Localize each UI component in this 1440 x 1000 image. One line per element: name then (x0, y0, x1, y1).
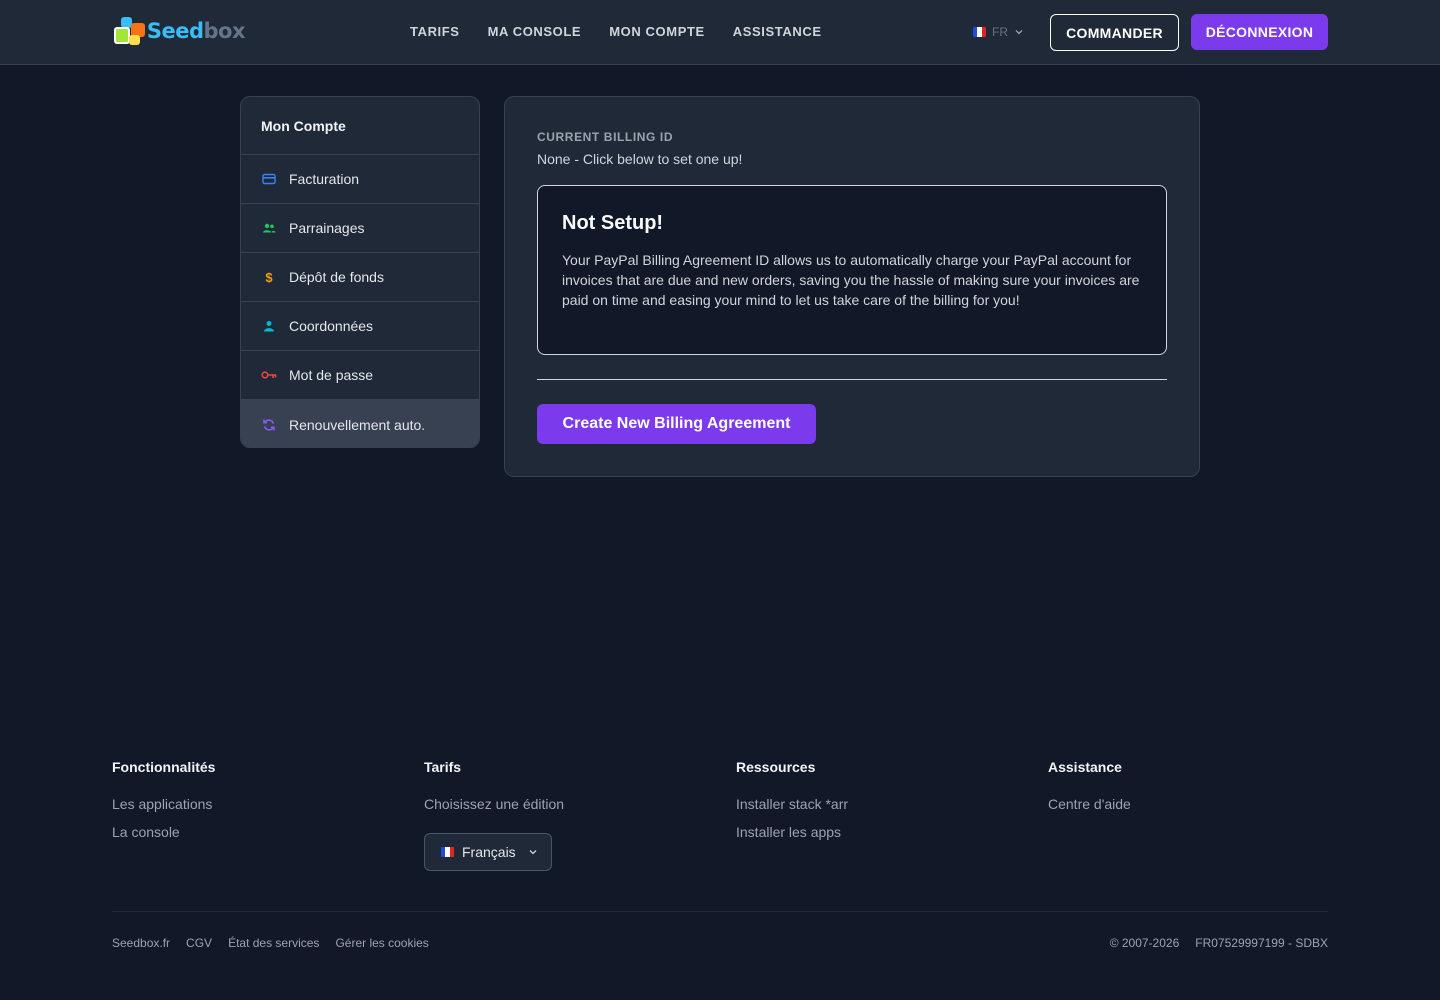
language-select-value: Français (462, 844, 516, 860)
divider (537, 379, 1167, 380)
footer-col-title: Tarifs (424, 759, 462, 775)
create-billing-agreement-button[interactable]: Create New Billing Agreement (537, 404, 816, 444)
sidebar-item-coordonnees[interactable]: Coordonnées (241, 302, 479, 351)
company-id: FR07529997199 - SDBX (1195, 936, 1328, 950)
chevron-down-icon (529, 850, 537, 855)
sidebar-item-mot-de-passe[interactable]: Mot de passe (241, 351, 479, 400)
footer-col-assistance: Assistance Centre d'aide (1048, 759, 1131, 823)
dollar-icon: $ (265, 269, 273, 285)
not-setup-notice: Not Setup! Your PayPal Billing Agreement… (537, 185, 1167, 355)
footer-link-applications[interactable]: Les applications (112, 795, 215, 813)
footer-link-status[interactable]: État des services (228, 936, 319, 950)
refresh-icon (261, 417, 277, 433)
notice-text: Your PayPal Billing Agreement ID allows … (562, 252, 1140, 308)
nav-mon-compte[interactable]: MON COMPTE (609, 24, 705, 39)
footer-divider (112, 911, 1328, 912)
footer-bottom-links: Seedbox.fr CGV État des services Gérer l… (112, 936, 429, 950)
sidebar-item-depot-de-fonds[interactable]: $ Dépôt de fonds (241, 253, 479, 302)
footer-col-title: Fonctionnalités (112, 759, 216, 775)
logout-button[interactable]: DÉCONNEXION (1191, 14, 1328, 50)
footer-link-edition[interactable]: Choisissez une édition (424, 795, 564, 813)
footer-language-select[interactable]: Français (424, 833, 552, 871)
billing-id-value: None - Click below to set one up! (537, 151, 743, 167)
footer-link-installer-apps[interactable]: Installer les apps (736, 823, 848, 841)
logo-mark-icon (113, 15, 145, 47)
france-flag-icon (441, 847, 454, 857)
sidebar-item-label: Renouvellement auto. (289, 416, 426, 433)
footer-legal: © 2007-2026 FR07529997199 - SDBX (1110, 936, 1328, 950)
users-icon (261, 220, 277, 236)
sidebar-item-label: Coordonnées (289, 318, 374, 334)
france-flag-icon (973, 27, 986, 37)
sidebar-item-label: Parrainages (289, 220, 365, 236)
language-switcher[interactable]: FR (973, 25, 1024, 39)
sidebar-item-parrainages[interactable]: Parrainages (241, 204, 479, 253)
key-icon (261, 367, 277, 383)
nav-ma-console[interactable]: MA CONSOLE (488, 24, 582, 39)
credit-card-icon (261, 171, 277, 187)
sidebar-title: Mon Compte (241, 97, 479, 155)
account-sidebar: Mon Compte Facturation Parrainages $ Dép… (240, 96, 480, 448)
footer-link-cookies[interactable]: Gérer les cookies (335, 936, 428, 950)
billing-id-label: CURRENT BILLING ID (537, 130, 674, 144)
chevron-down-icon (1015, 30, 1023, 35)
order-button[interactable]: COMMANDER (1050, 14, 1179, 51)
footer-col-tarifs: Tarifs Choisissez une édition (424, 759, 564, 823)
footer-link-cgv[interactable]: CGV (186, 936, 212, 950)
sidebar-item-label: Dépôt de fonds (289, 269, 384, 285)
sidebar-item-label: Facturation (289, 171, 360, 187)
sidebar-item-facturation[interactable]: Facturation (241, 155, 479, 204)
language-code: FR (992, 25, 1008, 39)
nav-assistance[interactable]: ASSISTANCE (733, 24, 822, 39)
sidebar-item-renouvellement-auto[interactable]: Renouvellement auto. (241, 400, 479, 447)
footer-col-ressources: Ressources Installer stack *arr Installe… (736, 759, 848, 851)
copyright: © 2007-2026 (1109, 936, 1180, 950)
seedbox-logo[interactable]: Seedbox (113, 15, 245, 47)
footer-link-seedbox[interactable]: Seedbox.fr (112, 936, 170, 950)
nav-tarifs[interactable]: TARIFS (410, 24, 460, 39)
main-nav: TARIFS MA CONSOLE MON COMPTE ASSISTANCE (410, 24, 822, 39)
logo-text: Seedbox (146, 19, 246, 43)
sidebar-item-label: Mot de passe (289, 367, 374, 383)
top-header: Seedbox TARIFS MA CONSOLE MON COMPTE ASS… (0, 0, 1440, 65)
footer-col-fonctionnalites: Fonctionnalités Les applications La cons… (112, 759, 215, 851)
billing-card: CURRENT BILLING ID None - Click below to… (504, 96, 1200, 477)
footer-link-console[interactable]: La console (112, 823, 215, 841)
footer-link-stack-arr[interactable]: Installer stack *arr (736, 795, 848, 813)
footer-col-title: Ressources (736, 759, 816, 775)
footer-col-title: Assistance (1048, 759, 1122, 775)
notice-title: Not Setup! (562, 212, 664, 234)
footer-link-centre-aide[interactable]: Centre d'aide (1048, 795, 1131, 813)
user-icon (261, 318, 277, 334)
